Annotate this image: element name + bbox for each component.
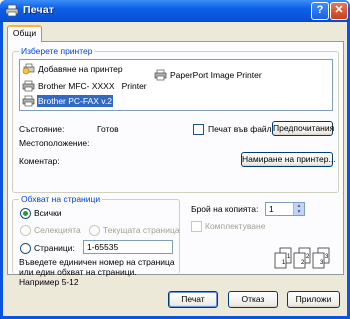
cancel-button[interactable]: Отказ: [228, 291, 278, 308]
copies-value: 1: [269, 204, 274, 214]
page-range-group-label: Обхват на страници: [19, 194, 103, 204]
status-value: Готов: [97, 124, 119, 134]
radio-pages[interactable]: [20, 243, 31, 254]
tab-general[interactable]: Общи: [7, 25, 42, 42]
page-range-group: Обхват на страници Всички Селекцията Тек…: [12, 194, 180, 287]
window-title: Печат: [23, 4, 55, 16]
radio-selection[interactable]: [20, 225, 31, 236]
copies-spinner[interactable]: 1 ▲ ▼: [265, 202, 305, 216]
print-dialog-window: Печат ? ✕ Общи Изберете принтер Добавяне…: [0, 0, 350, 319]
radio-current-page[interactable]: [89, 225, 100, 236]
help-button[interactable]: ?: [311, 2, 329, 20]
preferences-button[interactable]: Предпочитания: [272, 121, 334, 136]
radio-pages-label: Страници:: [34, 243, 75, 253]
copies-label: Брой на копията:: [191, 204, 259, 214]
close-button[interactable]: ✕: [330, 2, 348, 20]
dialog-body: Общи Изберете принтер Добавяне на принте…: [3, 22, 347, 316]
collate-pages-icon: 1 1 2 2 3 3: [274, 247, 330, 269]
printer-icon: [154, 69, 167, 81]
spin-down-icon[interactable]: ▼: [294, 209, 304, 215]
printer-name: Brother PC-FAX v.2: [37, 95, 114, 107]
print-button[interactable]: Печат: [168, 291, 218, 308]
printer-name: Brother MFC- XXXX Printer: [38, 81, 147, 91]
printer-group-label: Изберете принтер: [19, 46, 95, 56]
printer-icon: [5, 4, 19, 17]
add-printer-icon: [22, 63, 35, 75]
print-to-file-checkbox[interactable]: [193, 124, 204, 135]
printer-icon: [22, 80, 35, 92]
printer-name: PaperPort Image Printer: [170, 70, 262, 80]
radio-all-label: Всички: [34, 208, 62, 218]
radio-all-pages[interactable]: [20, 208, 31, 219]
radio-current-page-label: Текущата страница: [103, 225, 180, 235]
pages-input[interactable]: 1-65535: [83, 240, 173, 254]
page-range-hint: Въведете единичен номер на страница или …: [19, 257, 175, 287]
copies-group: Брой на копията: 1 ▲ ▼ Комплектуване 1 1…: [188, 199, 339, 274]
spinner-arrows[interactable]: ▲ ▼: [293, 203, 304, 215]
radio-selected-dot: [23, 211, 28, 216]
fax-printer-icon: [22, 95, 35, 107]
find-printer-button[interactable]: Намиране на принтер...: [241, 152, 336, 167]
printer-name: Добавяне на принтер: [38, 64, 123, 74]
print-to-file-label: Печат във файл: [208, 124, 272, 134]
apply-button[interactable]: Приложи: [287, 291, 340, 308]
radio-selection-label: Селекцията: [34, 225, 81, 235]
title-bar[interactable]: Печат ? ✕: [0, 0, 350, 22]
location-label: Местоположение:: [19, 138, 90, 148]
comment-label: Коментар:: [19, 156, 60, 166]
printer-group: Изберете принтер Добавяне на принтер Pap…: [12, 46, 339, 193]
printer-list[interactable]: Добавяне на принтер PaperPort Image Prin…: [19, 59, 333, 111]
collate-checkbox[interactable]: [191, 221, 202, 232]
tab-panel-general: Изберете принтер Добавяне на принтер Pap…: [7, 41, 344, 287]
status-label: Състояние:: [19, 124, 65, 134]
collate-label: Комплектуване: [205, 221, 266, 231]
